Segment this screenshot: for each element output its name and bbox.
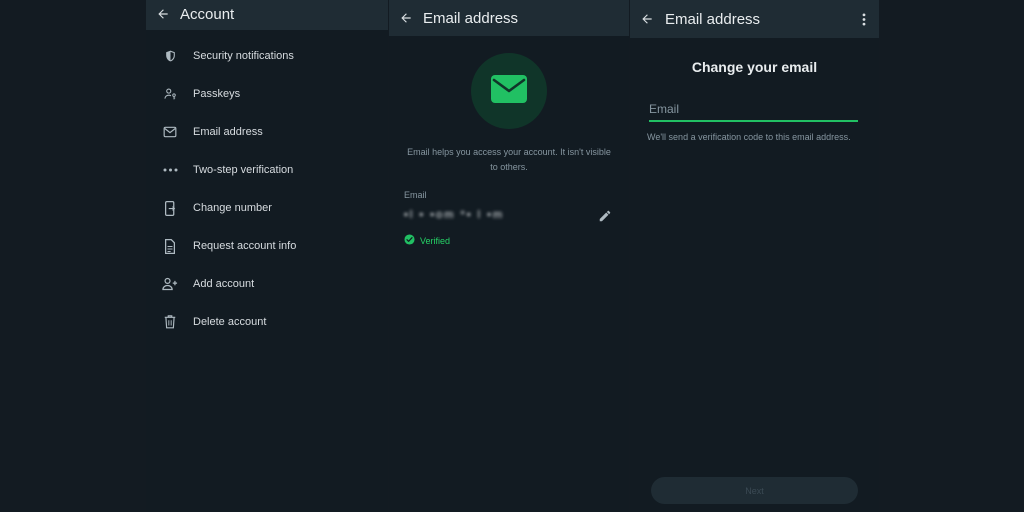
email-app-bar: Email address: [389, 0, 629, 36]
menu-item-label: Add account: [193, 278, 255, 290]
edit-pencil-icon[interactable]: [596, 207, 614, 225]
email-value-redacted: •l • •om *• l •m: [404, 209, 505, 221]
verification-description: We'll send a verification code to this e…: [647, 132, 851, 142]
next-button[interactable]: Next: [651, 477, 858, 504]
trash-icon: [162, 314, 178, 330]
menu-item-label: Passkeys: [193, 88, 241, 100]
email-hero-badge: [471, 53, 547, 129]
document-icon: [162, 238, 178, 254]
menu-item-label: Email address: [193, 126, 263, 138]
page-title: Account: [180, 5, 235, 23]
shield-icon: [162, 48, 178, 64]
verified-label: Verified: [420, 236, 451, 246]
menu-item-add-account[interactable]: Add account: [146, 268, 388, 300]
change-email-panel: Email address Change your email We'll se…: [630, 0, 879, 512]
mail-icon: [162, 124, 178, 140]
menu-item-security-notifications[interactable]: Security notifications: [146, 40, 388, 72]
back-arrow-icon[interactable]: [154, 0, 172, 30]
menu-item-label: Delete account: [193, 316, 267, 328]
dots-icon: [162, 162, 178, 178]
more-options-icon[interactable]: [859, 0, 869, 38]
menu-item-change-number[interactable]: Change number: [146, 192, 388, 224]
menu-item-request-account-info[interactable]: Request account info: [146, 230, 388, 262]
account-panel: Account Security notifications Passkeys …: [146, 0, 388, 512]
phone-transfer-icon: [162, 200, 178, 216]
back-arrow-icon[interactable]: [397, 0, 415, 36]
menu-item-delete-account[interactable]: Delete account: [146, 306, 388, 338]
menu-item-two-step-verification[interactable]: Two-step verification: [146, 154, 388, 186]
verified-status: Verified: [404, 232, 450, 250]
page-title: Email address: [423, 9, 519, 27]
check-circle-icon: [404, 232, 415, 250]
page-title: Email address: [665, 10, 761, 28]
email-description: Email helps you access your account. It …: [407, 147, 611, 172]
email-label: Email: [404, 190, 427, 200]
passkey-icon: [162, 86, 178, 102]
email-input[interactable]: [649, 100, 858, 122]
menu-item-label: Change number: [193, 202, 272, 214]
envelope-icon: [490, 74, 528, 109]
menu-item-label: Request account info: [193, 240, 297, 252]
menu-item-passkeys[interactable]: Passkeys: [146, 78, 388, 110]
back-arrow-icon[interactable]: [638, 0, 656, 38]
change-email-app-bar: Email address: [630, 0, 879, 38]
menu-item-label: Two-step verification: [193, 164, 294, 176]
menu-item-label: Security notifications: [193, 50, 294, 62]
change-email-heading: Change your email: [691, 59, 818, 75]
email-address-panel: Email address Email helps you access you…: [389, 0, 629, 512]
menu-item-email-address[interactable]: Email address: [146, 116, 388, 148]
add-person-icon: [162, 276, 178, 292]
account-app-bar: Account: [146, 0, 388, 30]
